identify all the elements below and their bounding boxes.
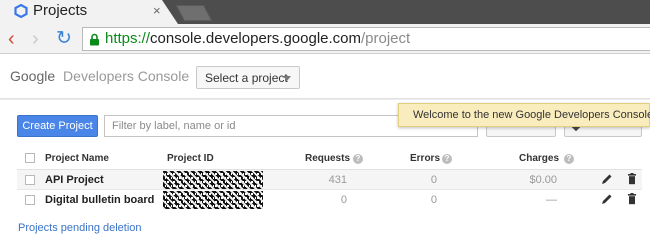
close-icon[interactable]: × [153,3,161,18]
errors-value: 0 [430,194,437,206]
browser-tab[interactable]: Projects × [0,0,178,24]
trash-icon[interactable] [625,192,639,206]
select-all-checkbox[interactable] [25,153,35,163]
charges-value: — [546,194,557,206]
brand-logo[interactable]: Google Developers Console [10,68,189,84]
project-select-label: Select a project [205,71,288,85]
errors-value: 0 [430,174,437,186]
project-id-redacted [163,191,263,209]
project-select[interactable]: Select a project [196,66,300,89]
forward-icon[interactable]: › [32,29,39,49]
create-project-button[interactable]: Create Project [17,115,98,137]
row-checkbox[interactable] [25,195,35,205]
project-name[interactable]: API Project [45,174,104,186]
projects-pending-deletion-link[interactable]: Projects pending deletion [18,222,142,234]
table-row[interactable]: API Project 431 0 $0.00 [17,170,642,190]
welcome-toast: Welcome to the new Google Developers Con… [398,103,650,127]
column-charges[interactable]: Charges [519,153,559,164]
table-row[interactable]: Digital bulletin board 0 0 — [17,190,642,210]
edit-icon[interactable] [600,172,614,186]
hexagon-logo-icon [14,4,28,18]
requests-value: 431 [328,174,347,186]
url-host: console.developers.google.com [150,30,361,47]
new-tab-button[interactable] [175,5,213,21]
column-requests[interactable]: Requests [305,153,350,164]
column-project-name[interactable]: Project Name [45,153,109,164]
help-icon[interactable]: ? [353,154,363,164]
help-icon[interactable]: ? [442,154,452,164]
tab-title: Projects [33,2,88,19]
requests-value: 0 [340,194,347,206]
brand-google: Google [10,68,56,84]
url-scheme: https:// [105,30,151,47]
reload-icon[interactable]: ↻ [56,29,72,49]
brand-product: Developers Console [63,68,190,84]
charges-value: $0.00 [529,174,557,186]
project-name[interactable]: Digital bulletin board [45,194,154,206]
url-path: /project [361,30,411,47]
column-project-id[interactable]: Project ID [167,153,214,164]
column-errors[interactable]: Errors [410,153,440,164]
project-id-redacted [163,171,263,189]
help-icon[interactable]: ? [564,154,574,164]
console-header: Google Developers Console Select a proje… [0,54,650,99]
browser-toolbar: ‹ › ↻ https://console.developers.google.… [0,24,650,54]
row-checkbox[interactable] [25,175,35,185]
caret-down-icon [283,76,291,81]
url-text: https://console.developers.google.com/pr… [105,30,410,47]
address-bar[interactable]: https://console.developers.google.com/pr… [82,27,650,51]
back-icon[interactable]: ‹ [8,29,15,49]
table-header: Project Name Project ID Requests ? Error… [17,148,642,170]
trash-icon[interactable] [625,172,639,186]
edit-icon[interactable] [600,192,614,206]
lock-icon [90,33,99,46]
browser-tab-strip: Projects × [0,0,650,24]
